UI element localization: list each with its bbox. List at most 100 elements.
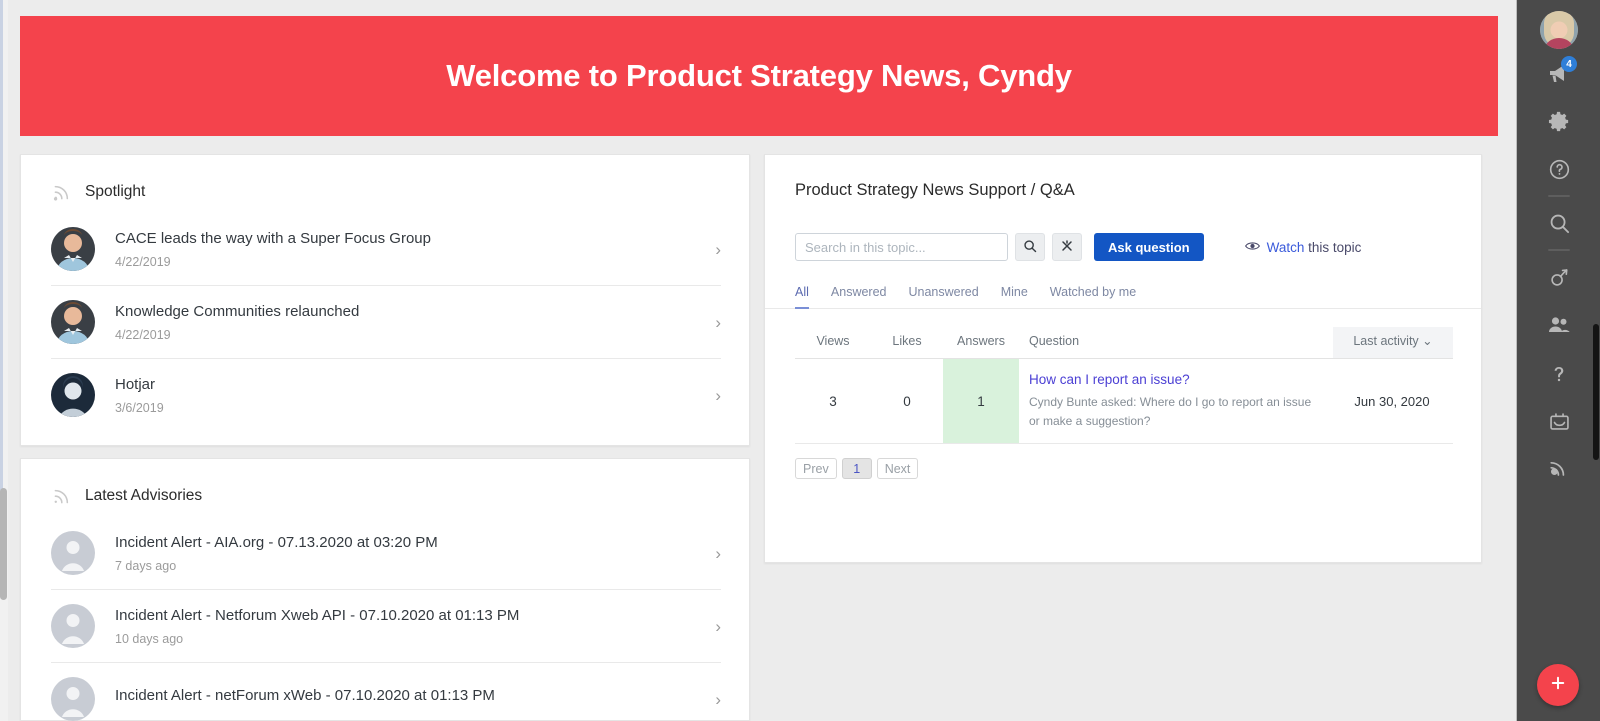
cell-last-activity: Jun 30, 2020: [1333, 358, 1453, 445]
list-item-title: Hotjar: [115, 375, 156, 393]
list-item-date: 10 days ago: [115, 632, 184, 647]
qa-table-wrapper: Views Likes Answers Question Last activi…: [765, 327, 1481, 445]
plus-icon: [1549, 674, 1567, 696]
list-item[interactable]: Knowledge Communities relaunched 4/22/20…: [51, 286, 721, 359]
ask-question-button[interactable]: Ask question: [1094, 233, 1204, 261]
list-item[interactable]: Hotjar 3/6/2019 ›: [51, 359, 721, 431]
pagination-page-1[interactable]: 1: [841, 458, 872, 480]
avatar: [51, 373, 95, 417]
blog-rss-icon: [1547, 457, 1571, 481]
search-icon: [1548, 212, 1571, 235]
tab-all[interactable]: All: [795, 285, 809, 309]
help-circle-icon: [1548, 158, 1571, 181]
sidebar-divider: [1547, 249, 1570, 251]
avatar: [51, 227, 95, 271]
list-item-body: Incident Alert - AIA.org - 07.13.2020 at…: [115, 533, 703, 573]
right-sidebar: 4: [1516, 0, 1600, 721]
sidebar-item-blog[interactable]: [1517, 445, 1600, 493]
column-views: Views: [795, 327, 871, 359]
list-item-body: Knowledge Communities relaunched 4/22/20…: [115, 302, 703, 342]
sidebar-item-help[interactable]: [1517, 145, 1600, 193]
sidebar-item-briefcase[interactable]: [1517, 397, 1600, 445]
chevron-right-icon[interactable]: ›: [703, 241, 721, 258]
link-icon: [1548, 266, 1571, 289]
list-item[interactable]: Incident Alert - AIA.org - 07.13.2020 at…: [51, 517, 721, 590]
sidebar-item-settings[interactable]: [1517, 97, 1600, 145]
spotlight-header: Spotlight: [21, 155, 749, 203]
cell-question: How can I report an issue? Cyndy Bunte a…: [1019, 358, 1333, 445]
column-question: Question: [1019, 327, 1333, 359]
search-icon: [1023, 239, 1037, 256]
people-icon: [1547, 313, 1571, 337]
default-user-icon: [51, 531, 95, 575]
list-item[interactable]: Incident Alert - netForum xWeb - 07.10.2…: [51, 663, 721, 721]
list-item-title: Incident Alert - AIA.org - 07.13.2020 at…: [115, 533, 438, 551]
list-item-date: 3/6/2019: [115, 401, 164, 416]
main-content: Welcome to Product Strategy News, Cyndy …: [8, 0, 1516, 721]
table-header-row: Views Likes Answers Question Last activi…: [795, 327, 1453, 359]
default-user-icon: [51, 677, 95, 721]
sidebar-item-question[interactable]: [1517, 349, 1600, 397]
add-button[interactable]: [1537, 664, 1579, 706]
qa-panel-title: Product Strategy News Support / Q&A: [795, 181, 1075, 199]
default-user-icon: [51, 604, 95, 648]
sidebar-item-link[interactable]: [1517, 253, 1600, 301]
list-item-title: Knowledge Communities relaunched: [115, 302, 360, 320]
cell-answers: 1: [943, 358, 1019, 445]
page-title: Welcome to Product Strategy News, Cyndy: [446, 58, 1072, 93]
chevron-right-icon[interactable]: ›: [703, 545, 721, 562]
list-item[interactable]: CACE leads the way with a Super Focus Gr…: [51, 213, 721, 286]
tab-answered[interactable]: Answered: [831, 285, 887, 309]
pagination-prev[interactable]: Prev: [795, 458, 837, 480]
pagination-next[interactable]: Next: [876, 458, 919, 480]
list-item-body: Hotjar 3/6/2019: [115, 375, 703, 415]
chevron-right-icon[interactable]: ›: [703, 618, 721, 635]
qa-panel: Product Strategy News Support / Q&A Sear…: [764, 154, 1482, 563]
sidebar-divider: [1547, 195, 1570, 197]
list-item-date: 7 days ago: [115, 559, 177, 574]
question-snippet: Cyndy Bunte asked: Where do I go to repo…: [1029, 395, 1312, 428]
table-body: 3 0 1 How can I report an issue? Cyndy B…: [795, 358, 1453, 445]
qa-tabs: All Answered Unanswered Mine Watched by …: [765, 284, 1481, 309]
page-root: Welcome to Product Strategy News, Cyndy …: [0, 0, 1600, 721]
clear-search-button[interactable]: [1052, 233, 1082, 261]
avatar[interactable]: [1539, 11, 1578, 49]
search-button[interactable]: [1015, 233, 1045, 261]
sidebar-item-search[interactable]: [1517, 199, 1600, 247]
rss-icon: [51, 485, 73, 507]
column-likes: Likes: [871, 327, 943, 359]
watch-topic-link[interactable]: Watch this topic: [1244, 240, 1361, 255]
sidebar-item-announcements[interactable]: 4: [1517, 49, 1600, 97]
chevron-right-icon[interactable]: ›: [703, 314, 721, 331]
welcome-banner: Welcome to Product Strategy News, Cyndy: [20, 16, 1498, 136]
spotlight-list: CACE leads the way with a Super Focus Gr…: [21, 213, 749, 431]
list-item[interactable]: Incident Alert - Netforum Xweb API - 07.…: [51, 590, 721, 663]
sidebar-scrollbar-thumb[interactable]: [1593, 324, 1599, 460]
list-item-title: CACE leads the way with a Super Focus Gr…: [115, 229, 431, 247]
search-input[interactable]: [795, 233, 1008, 261]
advisories-title: Latest Advisories: [85, 487, 203, 504]
table-row[interactable]: 3 0 1 How can I report an issue? Cyndy B…: [795, 358, 1453, 445]
question-mark-icon: [1548, 362, 1570, 384]
notification-badge: 4: [1561, 56, 1577, 72]
sidebar-item-people[interactable]: [1517, 301, 1600, 349]
qa-table: Views Likes Answers Question Last activi…: [795, 327, 1453, 445]
question-link[interactable]: How can I report an issue?: [1029, 372, 1317, 387]
tab-watched-by-me[interactable]: Watched by me: [1050, 285, 1136, 309]
pagination: Prev 1 Next: [765, 444, 1481, 480]
column-last-activity[interactable]: Last activity ⌄: [1333, 327, 1453, 359]
clear-icon: [1061, 239, 1073, 255]
tab-unanswered[interactable]: Unanswered: [909, 285, 979, 309]
eye-icon: [1244, 240, 1260, 255]
list-item-title: Incident Alert - netForum xWeb - 07.10.2…: [115, 686, 495, 704]
tab-mine[interactable]: Mine: [1001, 285, 1028, 309]
list-item-body: CACE leads the way with a Super Focus Gr…: [115, 229, 703, 269]
column-answers: Answers: [943, 327, 1019, 359]
avatar: [51, 300, 95, 344]
page-scrollbar-thumb[interactable]: [0, 488, 7, 600]
chevron-right-icon[interactable]: ›: [703, 691, 721, 708]
gear-icon: [1548, 110, 1571, 133]
list-item-date: 4/22/2019: [115, 328, 171, 343]
page-scrollbar[interactable]: [0, 0, 8, 721]
chevron-right-icon[interactable]: ›: [703, 387, 721, 404]
